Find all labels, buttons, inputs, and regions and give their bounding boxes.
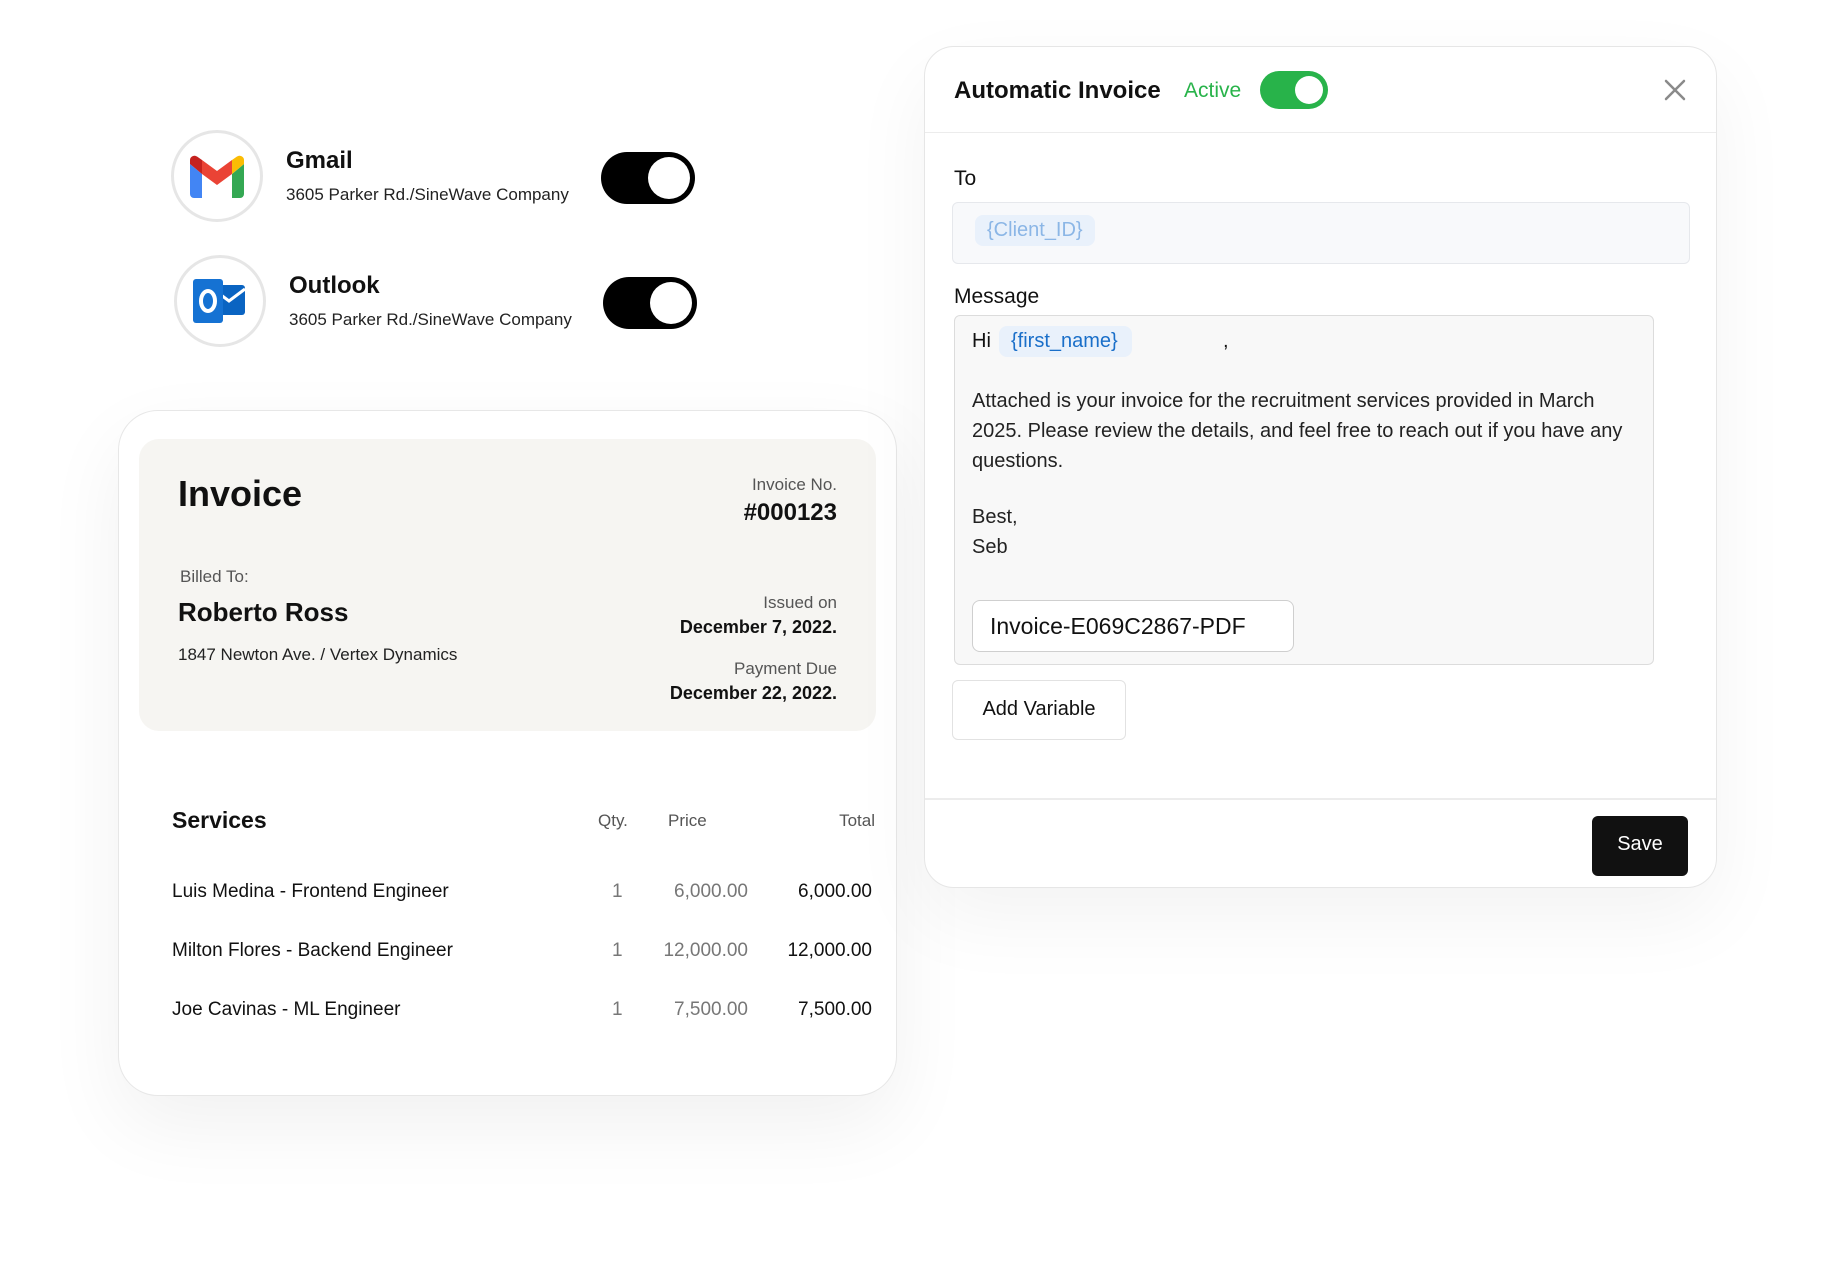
invoice-title: Invoice — [178, 473, 303, 514]
client-id-variable[interactable]: {Client_ID} — [975, 215, 1095, 246]
message-body: Attached is your invoice for the recruit… — [972, 390, 1623, 472]
service-total: 6,000.00 — [798, 881, 872, 902]
service-name: Luis Medina - Frontend Engineer — [172, 881, 449, 902]
message-label: Message — [954, 285, 1040, 308]
footer-divider — [925, 798, 1716, 800]
greeting-punctuation: , — [1223, 330, 1229, 352]
first-name-variable[interactable]: {first_name} — [999, 326, 1132, 357]
invoice-card: Invoice Invoice No. #000123 Billed To: R… — [118, 410, 897, 1096]
payment-due-label: Payment Due — [734, 659, 837, 678]
gmail-toggle[interactable] — [601, 152, 695, 204]
service-qty: 1 — [612, 881, 623, 902]
outlook-logo — [174, 255, 266, 347]
service-total: 12,000.00 — [787, 940, 872, 961]
service-price: 7,500.00 — [674, 999, 748, 1020]
to-label: To — [954, 167, 977, 190]
add-variable-button[interactable]: Add Variable — [952, 680, 1126, 740]
service-name: Joe Cavinas - ML Engineer — [172, 999, 401, 1020]
status-label: Active — [1184, 79, 1242, 102]
message-sign-off: Best, — [972, 506, 1018, 528]
toggle-knob — [648, 157, 690, 199]
message-greeting: Hi — [972, 330, 991, 352]
column-qty: Qty. — [598, 811, 628, 830]
billed-to-name: Roberto Ross — [178, 597, 349, 627]
integration-gmail: Gmail 3605 Parker Rd./SineWave Company — [171, 130, 569, 222]
integration-address: 3605 Parker Rd./SineWave Company — [289, 310, 572, 329]
attachment-chip[interactable]: Invoice-E069C2867-PDF — [972, 600, 1294, 652]
service-qty: 1 — [612, 999, 623, 1020]
integration-name: Outlook — [289, 272, 380, 299]
integration-name: Gmail — [286, 147, 353, 174]
message-textarea[interactable]: Hi {first_name} , Attached is your invoi… — [954, 315, 1654, 665]
toggle-knob — [1295, 76, 1323, 104]
service-total: 7,500.00 — [798, 999, 872, 1020]
invoice-number: #000123 — [743, 499, 837, 526]
canvas: Gmail 3605 Parker Rd./SineWave Company O… — [0, 0, 1840, 1275]
column-total: Total — [839, 811, 875, 830]
issued-date: December 7, 2022. — [679, 617, 837, 637]
panel-title: Automatic Invoice — [954, 77, 1161, 104]
table-row: Milton Flores - Backend Engineer 1 12,00… — [172, 940, 872, 970]
gmail-logo — [171, 130, 263, 222]
integration-outlook: Outlook 3605 Parker Rd./SineWave Company — [174, 255, 572, 347]
services-title: Services — [172, 807, 267, 833]
automatic-invoice-panel: Automatic Invoice Active To {Client_ID} … — [924, 46, 1717, 888]
close-button[interactable] — [1660, 75, 1690, 105]
billed-to-label: Billed To: — [180, 567, 249, 586]
table-row: Joe Cavinas - ML Engineer 1 7,500.00 7,5… — [172, 999, 872, 1029]
column-price: Price — [668, 811, 707, 830]
to-field[interactable]: {Client_ID} — [952, 202, 1690, 264]
outlook-toggle[interactable] — [603, 277, 697, 329]
outlook-icon — [193, 279, 246, 323]
gmail-icon — [190, 155, 244, 198]
invoice-header: Invoice Invoice No. #000123 Billed To: R… — [139, 439, 876, 731]
invoice-number-label: Invoice No. — [751, 475, 837, 494]
billed-to-address: 1847 Newton Ave. / Vertex Dynamics — [178, 645, 458, 664]
service-price: 6,000.00 — [674, 881, 748, 902]
issued-label: Issued on — [763, 593, 837, 612]
integration-address: 3605 Parker Rd./SineWave Company — [286, 185, 569, 204]
service-price: 12,000.00 — [663, 940, 748, 961]
panel-header: Automatic Invoice Active — [925, 47, 1716, 133]
service-name: Milton Flores - Backend Engineer — [172, 940, 453, 961]
active-toggle[interactable] — [1260, 71, 1328, 109]
service-qty: 1 — [612, 940, 623, 961]
close-icon — [1664, 79, 1686, 101]
save-button[interactable]: Save — [1592, 816, 1688, 876]
message-signature: Seb — [972, 536, 1008, 558]
toggle-knob — [650, 282, 692, 324]
payment-due-date: December 22, 2022. — [669, 683, 837, 703]
table-row: Luis Medina - Frontend Engineer 1 6,000.… — [172, 881, 872, 911]
